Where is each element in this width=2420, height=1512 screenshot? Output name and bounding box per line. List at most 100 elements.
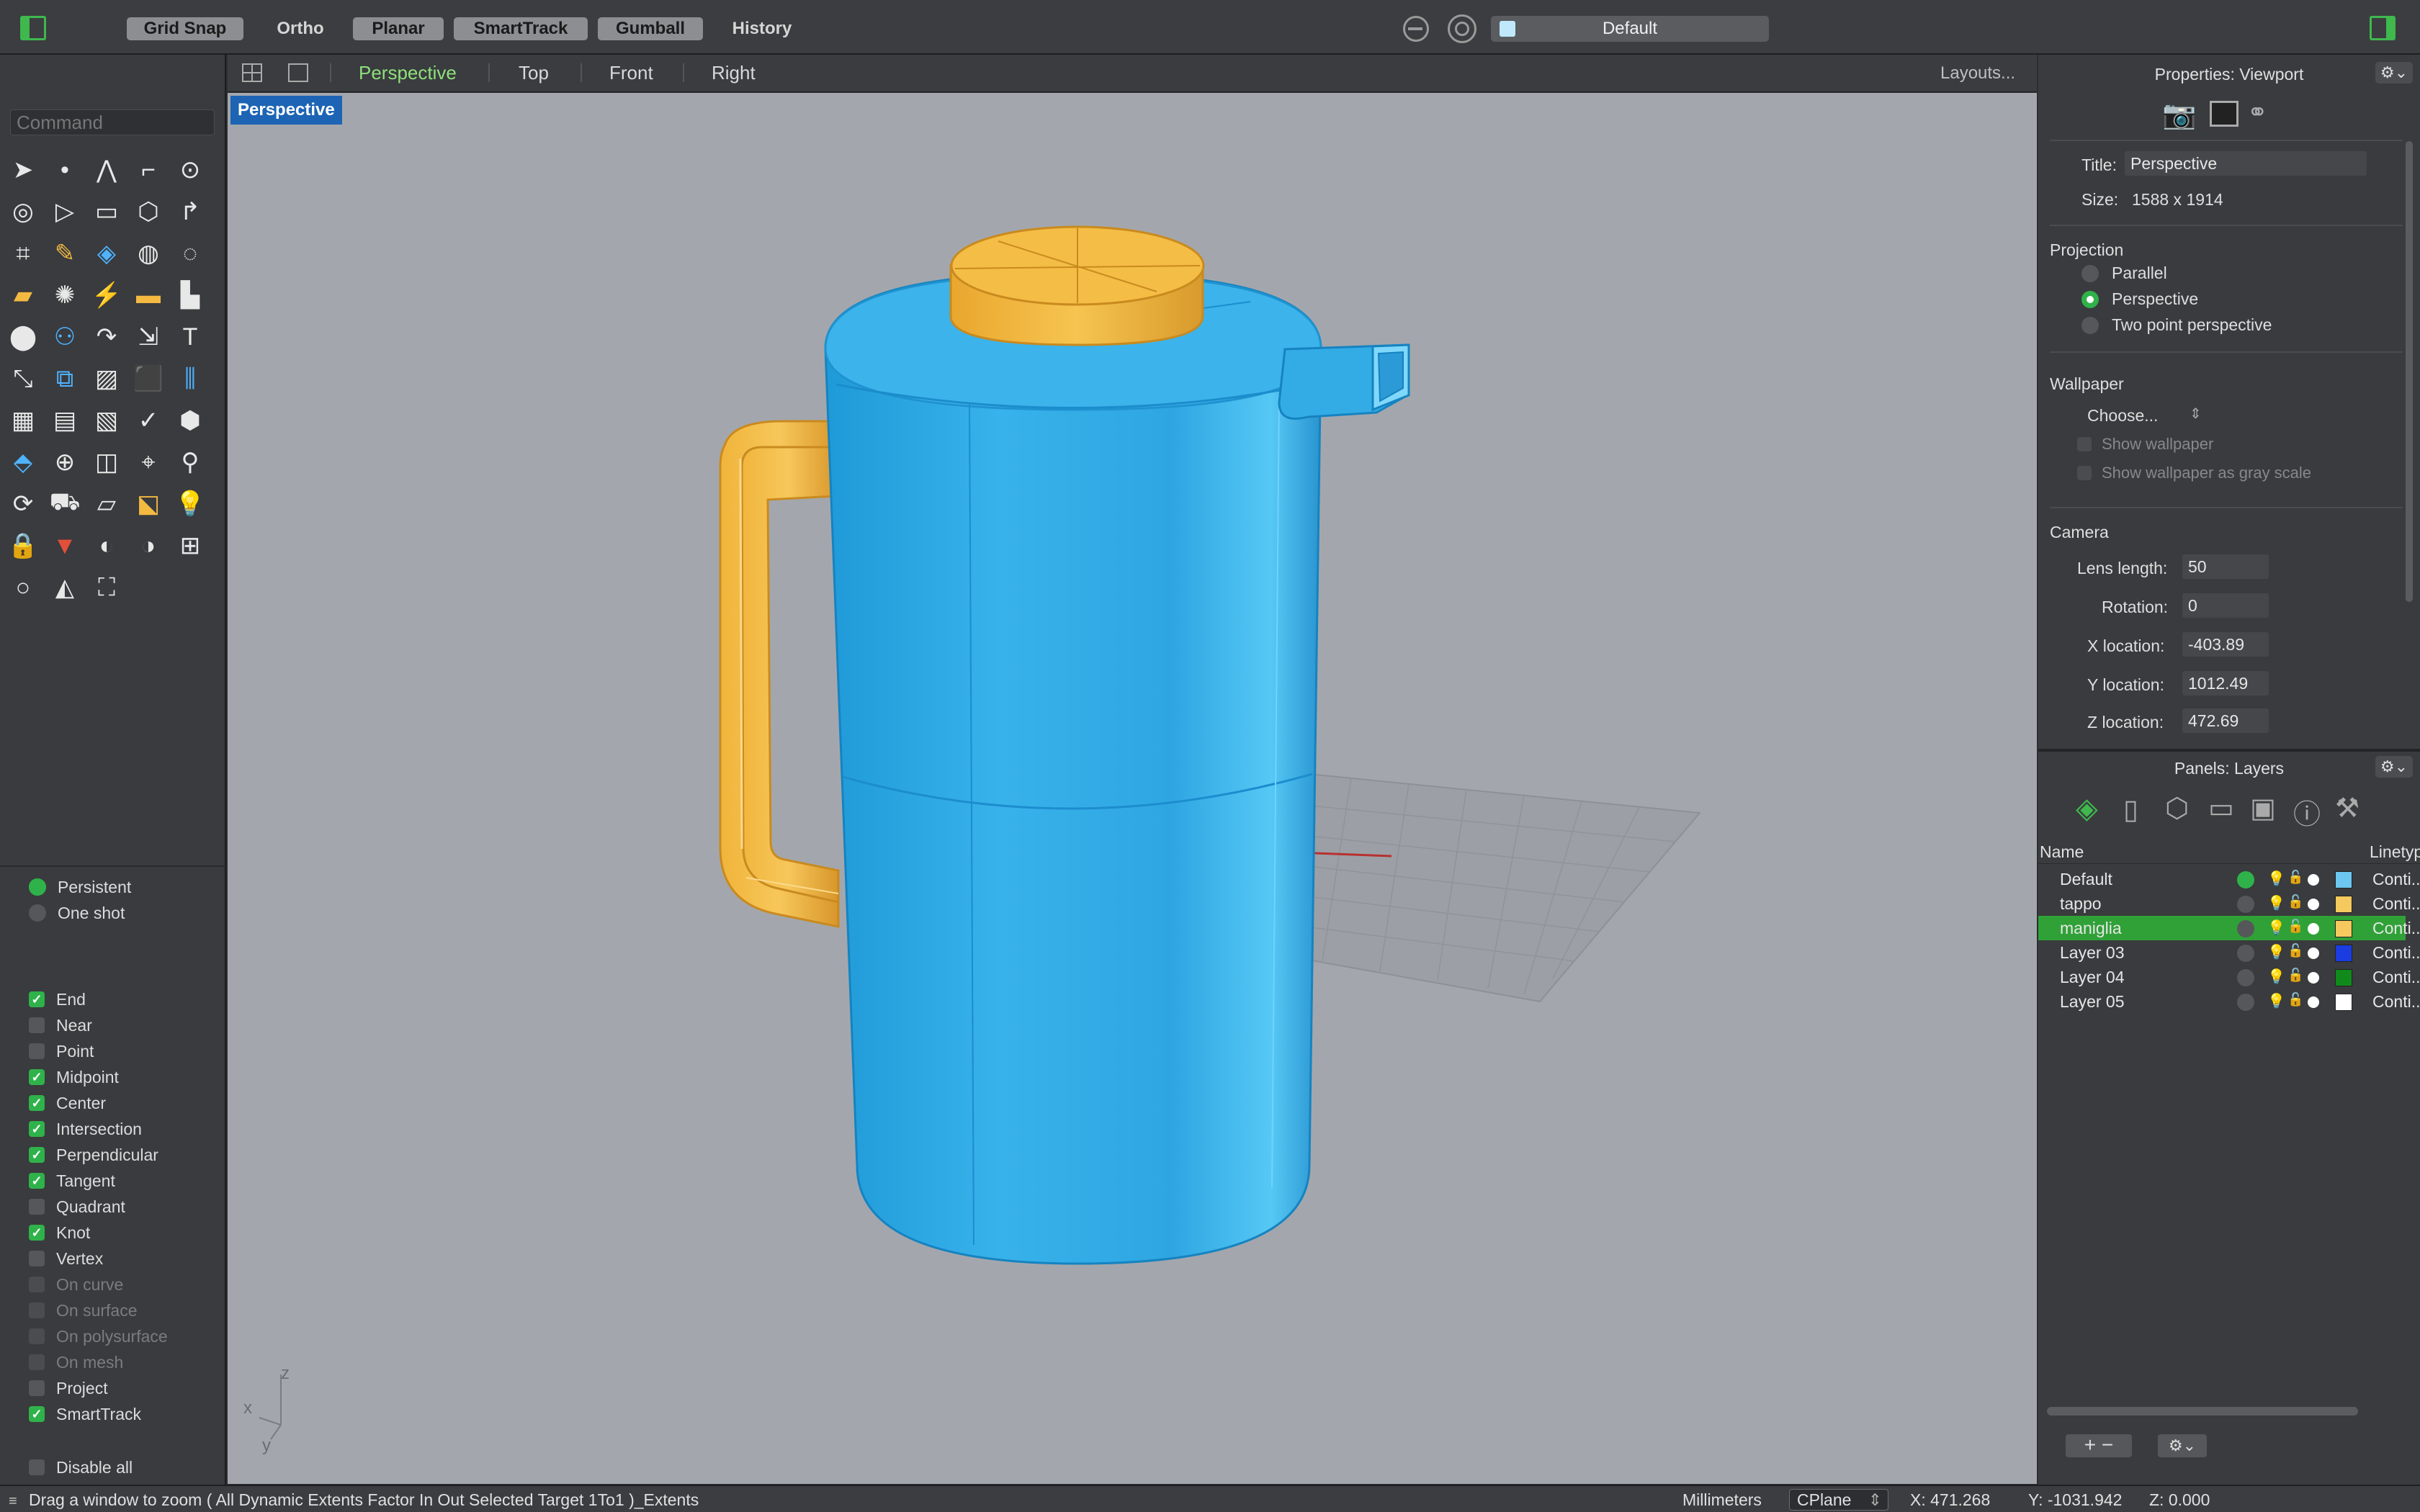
- wallpaper-choose-dropdown[interactable]: Choose...: [2087, 406, 2158, 426]
- visibility-bulb-icon[interactable]: 💡: [2267, 943, 2285, 961]
- gumball-button[interactable]: Gumball: [598, 17, 703, 40]
- point-tool-icon[interactable]: •: [48, 153, 82, 187]
- layer-color-swatch[interactable]: [2335, 920, 2352, 937]
- bend-tool-icon[interactable]: ↷: [89, 320, 124, 354]
- single-viewport-icon[interactable]: [288, 63, 308, 82]
- layer-add-remove-buttons[interactable]: + −: [2066, 1434, 2132, 1457]
- layer-color-swatch[interactable]: [2335, 969, 2352, 986]
- osnap-mode-persistent[interactable]: Persistent: [29, 876, 131, 899]
- document-tab-icon[interactable]: ▯: [2123, 793, 2138, 826]
- layer-linetype[interactable]: Conti...: [2372, 870, 2420, 889]
- tab-top[interactable]: Top: [519, 62, 549, 84]
- x-location-field[interactable]: -403.89: [2182, 632, 2269, 657]
- curve-tool-icon[interactable]: ⌐: [131, 153, 166, 187]
- current-layer-indicator[interactable]: [2237, 945, 2254, 962]
- layer-linetype[interactable]: Conti...: [2372, 894, 2420, 914]
- osnap-quadrant-checkbox[interactable]: Quadrant: [29, 1195, 125, 1218]
- projection-two-point-radio[interactable]: Two point perspective: [2081, 315, 2272, 335]
- light-tool-icon[interactable]: 💡: [173, 487, 207, 521]
- extrude-tool-icon[interactable]: ▬: [131, 278, 166, 312]
- layer-color-swatch[interactable]: [2335, 994, 2352, 1011]
- offset-tool-icon[interactable]: ⇲: [131, 320, 166, 354]
- sphere-tool-icon[interactable]: ◍: [131, 236, 166, 271]
- projection-perspective-radio[interactable]: Perspective: [2081, 289, 2198, 309]
- layer-color-swatch[interactable]: [2335, 945, 2352, 962]
- tab-perspective[interactable]: Perspective: [359, 62, 457, 84]
- layers-tab-icon[interactable]: ◈: [2076, 792, 2098, 825]
- osnap-vertex-checkbox[interactable]: Vertex: [29, 1247, 103, 1270]
- layer-row[interactable]: Default 💡 🔓 Conti...: [2038, 867, 2420, 891]
- jug-body[interactable]: [824, 271, 1322, 1265]
- split-tool-icon[interactable]: ▙: [173, 278, 207, 312]
- osnap-end-checkbox[interactable]: ✓ End: [29, 988, 86, 1011]
- tab-right[interactable]: Right: [712, 62, 756, 84]
- lock-icon[interactable]: 🔓: [2287, 919, 2303, 934]
- zoom-tool-icon[interactable]: ⊕: [48, 445, 82, 480]
- lock-icon[interactable]: 🔓: [2287, 968, 2303, 983]
- layer-linetype[interactable]: Conti...: [2372, 919, 2420, 938]
- smarttrack-button[interactable]: SmartTrack: [454, 17, 588, 40]
- disable-all-checkbox[interactable]: Disable all: [29, 1456, 133, 1479]
- y-location-field[interactable]: 1012.49: [2182, 671, 2269, 696]
- viewport-tab-icon[interactable]: [2210, 101, 2238, 127]
- handle-maniglia[interactable]: [719, 420, 840, 928]
- gear-tool-icon[interactable]: ✺: [48, 278, 82, 312]
- layer-row[interactable]: Layer 05 💡 🔓 Conti...: [2038, 989, 2420, 1014]
- command-input[interactable]: Command: [10, 109, 215, 135]
- layout-tab-icon[interactable]: ▭: [2208, 792, 2234, 824]
- flow-tool-icon[interactable]: ⛶: [89, 570, 124, 605]
- sweep-tool-icon[interactable]: ⬘: [6, 445, 40, 480]
- mesh-tool-icon[interactable]: ⬢: [173, 403, 207, 438]
- osnap-point-checkbox[interactable]: Point: [29, 1040, 94, 1063]
- fillet-tool-icon[interactable]: ↱: [173, 194, 207, 229]
- select-tool-icon[interactable]: ➤: [6, 153, 40, 187]
- viewport-title-label[interactable]: Perspective: [230, 96, 342, 125]
- layer-row[interactable]: Layer 03 💡 🔓 Conti...: [2038, 940, 2420, 965]
- hatch-tool-icon[interactable]: ⫼: [173, 361, 207, 396]
- jug-spout[interactable]: [1278, 343, 1410, 420]
- properties-scrollbar[interactable]: [2406, 141, 2413, 602]
- perspective-viewport[interactable]: z x y: [228, 93, 2037, 1484]
- car-tool-icon[interactable]: ⛟: [48, 487, 82, 521]
- camera-tab-icon[interactable]: 📷: [2162, 99, 2196, 131]
- print-color-dot[interactable]: [2308, 899, 2319, 910]
- transform-tool-icon[interactable]: ⌗: [6, 236, 40, 271]
- z-location-field[interactable]: 472.69: [2182, 708, 2269, 733]
- circle-select-tool-icon[interactable]: ○: [6, 570, 40, 605]
- current-layer-indicator[interactable]: [2237, 896, 2254, 913]
- left-panel-toggle-icon[interactable]: [20, 16, 46, 40]
- arc-tool-icon[interactable]: ▷: [48, 194, 82, 229]
- help-tab-icon[interactable]: ⓘ: [2293, 792, 2321, 832]
- target-icon[interactable]: [1448, 14, 1476, 43]
- layouts-button[interactable]: Layouts...: [1940, 63, 2015, 84]
- display-tab-icon[interactable]: ▣: [2250, 792, 2276, 824]
- layer-linetype[interactable]: Conti...: [2372, 943, 2420, 963]
- light-group-tool-icon[interactable]: ⬕: [131, 487, 166, 521]
- surface-tool-icon[interactable]: ▰: [6, 278, 40, 312]
- cplane-dropdown[interactable]: CPlane ⇕: [1789, 1489, 1888, 1511]
- polyline-tool-icon[interactable]: ⋀: [89, 153, 124, 187]
- circle-tool-icon[interactable]: ⊙: [173, 153, 207, 187]
- history-button[interactable]: History: [720, 17, 804, 40]
- lock-icon[interactable]: 🔓: [2287, 894, 2303, 909]
- visibility-bulb-icon[interactable]: 💡: [2267, 919, 2285, 937]
- ellipse-tool-icon[interactable]: ◎: [6, 194, 40, 229]
- zoom-window-tool-icon[interactable]: ◫: [89, 445, 124, 480]
- layer-linetype[interactable]: Conti...: [2372, 992, 2420, 1012]
- zoom-selected-tool-icon[interactable]: ⚲: [173, 445, 207, 480]
- lock-icon[interactable]: 🔓: [2287, 992, 2303, 1007]
- osnap-mode-one-shot[interactable]: One shot: [29, 901, 125, 924]
- planar-button[interactable]: Planar: [353, 17, 444, 40]
- solids-tool-icon[interactable]: ⬤: [6, 320, 40, 354]
- polygon-tool-icon[interactable]: ⬡: [131, 194, 166, 229]
- lock-icon[interactable]: 🔓: [2287, 943, 2303, 958]
- osnap-intersection-checkbox[interactable]: ✓ Intersection: [29, 1117, 142, 1140]
- grid-tool-icon[interactable]: ▦: [6, 403, 40, 438]
- print-color-dot[interactable]: [2308, 948, 2319, 959]
- lightning-tool-icon[interactable]: ⚡: [89, 278, 124, 312]
- check-tool-icon[interactable]: ✓: [131, 403, 166, 438]
- osnap-near-checkbox[interactable]: Near: [29, 1014, 92, 1037]
- blocks-tool-icon[interactable]: ▨: [89, 361, 124, 396]
- environment-tool-icon[interactable]: ◑: [131, 528, 166, 563]
- array-tool-icon[interactable]: ⧉: [48, 361, 82, 396]
